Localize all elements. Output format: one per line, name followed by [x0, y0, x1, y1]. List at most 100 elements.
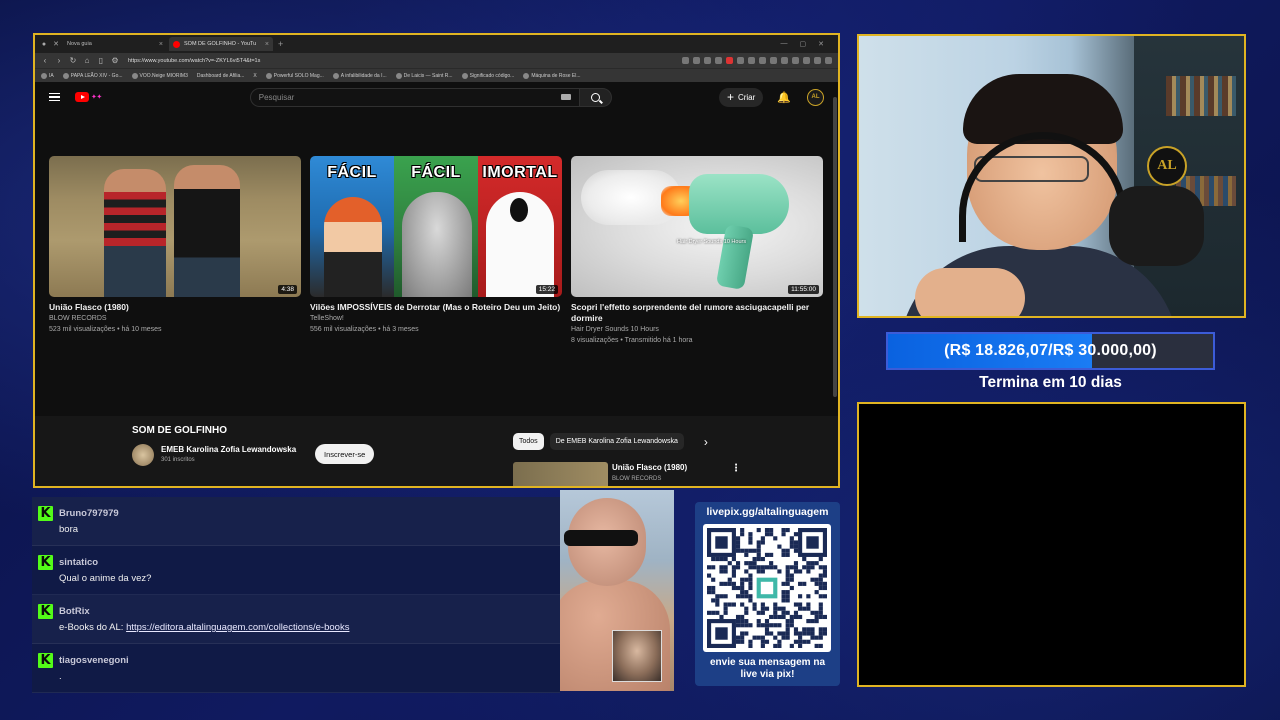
extension-icon[interactable] — [737, 57, 744, 64]
qr-module — [711, 585, 716, 591]
tab-nova-guia[interactable]: Nova guia × — [63, 37, 167, 51]
shield-icon[interactable] — [715, 57, 722, 64]
share-icon[interactable] — [704, 57, 711, 64]
qr-module — [740, 532, 745, 537]
bell-icon[interactable]: 🔔 — [777, 91, 791, 104]
related-video-title[interactable]: União Flasco (1980) — [612, 463, 687, 472]
bookmark-item[interactable]: De Laicis — Saint R... — [395, 72, 453, 79]
bookmark-item[interactable]: VOO.Neige MIORIM3 — [131, 72, 188, 79]
qr-module — [719, 565, 724, 570]
video-channel[interactable]: TelleShow! — [310, 313, 562, 324]
keyboard-icon[interactable] — [560, 94, 571, 100]
bookmark-item[interactable]: X — [253, 73, 256, 79]
qr-module — [802, 565, 807, 570]
home-icon[interactable]: ⌂ — [83, 56, 91, 65]
close-tab-icon[interactable]: × — [159, 41, 163, 48]
subscribe-button[interactable]: Inscrever-se — [315, 444, 375, 464]
video-thumbnail[interactable]: FÁCIL FÁCIL IMORTAL 15:22 — [310, 156, 562, 297]
bookmark-item[interactable]: Máquina de Rose El... — [523, 72, 581, 79]
more-options-icon[interactable]: ⋮ — [731, 463, 741, 474]
qr-module — [781, 631, 786, 636]
chat-message: K BotRix e-Books do AL: https://editora.… — [32, 595, 560, 644]
extension-icon[interactable] — [748, 57, 755, 64]
bookmark-item[interactable]: A infalibilidade da I... — [332, 72, 387, 79]
page-scrollbar[interactable] — [833, 97, 837, 397]
related-video-thumbnail[interactable] — [513, 462, 608, 486]
channel-name[interactable]: EMEB Karolina Zofia Lewandowska — [161, 445, 296, 454]
address-bar[interactable]: https://www.youtube.com/watch?v=-ZKYL6vi… — [125, 55, 676, 66]
extensions-puzzle-icon[interactable] — [803, 57, 810, 64]
qr-module — [735, 623, 741, 628]
chip-from-channel[interactable]: De EMEB Karolina Zofia Lewandowska — [549, 433, 684, 450]
qr-module — [748, 536, 753, 541]
close-tab-icon[interactable]: × — [265, 41, 269, 48]
video-thumbnail[interactable]: 4:38 — [49, 156, 301, 297]
qr-module — [760, 610, 765, 615]
qr-module — [715, 594, 720, 599]
qr-module — [785, 590, 790, 595]
qr-module — [727, 602, 732, 607]
bookmark-item[interactable]: Dashboard de Afilia... — [197, 73, 245, 79]
qr-module — [735, 639, 741, 644]
hamburger-menu-icon[interactable] — [49, 92, 60, 102]
extension-icon[interactable] — [693, 57, 700, 64]
close-window-icon[interactable]: ✕ — [818, 40, 824, 48]
new-tab-icon[interactable]: + — [278, 39, 283, 49]
qr-module — [789, 643, 794, 648]
minimize-icon[interactable]: — — [781, 40, 788, 48]
bookmark-item[interactable]: Significado código... — [461, 72, 514, 79]
video-card[interactable]: FÁCIL FÁCIL IMORTAL 15:22 Vilões IMPOSSÍ… — [310, 156, 562, 346]
bookmark-favicon-icon — [461, 72, 468, 79]
extension-icon[interactable] — [770, 57, 777, 64]
tab-youtube[interactable]: SOM DE GOLFINHO - YouTu × — [169, 37, 273, 51]
bookmark-item[interactable]: IA — [41, 72, 54, 79]
bookmark-label: Máquina de Rose El... — [531, 72, 581, 79]
qr-module — [781, 598, 786, 603]
qr-module — [785, 598, 790, 603]
bookmark-item[interactable]: Powerful SOLO Mag... — [265, 72, 324, 79]
related-video-channel[interactable]: BLOW RECORDS — [612, 476, 661, 482]
search-input[interactable]: Pesquisar — [249, 87, 580, 107]
qr-module — [707, 590, 712, 595]
site-info-icon[interactable]: ⚙ — [111, 56, 119, 65]
youtube-logo[interactable]: ✦✦ — [75, 92, 102, 102]
reload-icon[interactable]: ↻ — [69, 56, 77, 65]
chat-link[interactable]: https://editora.altalinguagem.com/collec… — [126, 622, 349, 633]
bookmark-item[interactable]: PAPA LEÃO XIV - Go... — [62, 72, 123, 79]
video-channel[interactable]: BLOW RECORDS — [49, 313, 301, 324]
alert-extension-icon[interactable] — [726, 57, 733, 64]
forward-icon[interactable]: › — [55, 56, 63, 65]
x-icon[interactable]: ✕ — [51, 39, 61, 49]
profile-icon[interactable] — [814, 57, 821, 64]
video-card[interactable]: 4:38 União Flasco (1980) BLOW RECORDS 52… — [49, 156, 301, 346]
video-card[interactable]: Hair Dryer Sounds 10 Hours 11:55:00 Scop… — [571, 156, 823, 346]
menu-dots-icon[interactable] — [825, 57, 832, 64]
browser-menu-icon[interactable]: ● — [39, 39, 49, 49]
qr-module — [777, 639, 782, 644]
search-button[interactable] — [579, 87, 612, 107]
qr-module — [740, 639, 745, 644]
create-button[interactable]: + Criar — [718, 87, 764, 107]
account-avatar[interactable]: AL — [807, 88, 824, 106]
qr-module — [785, 623, 790, 628]
video-thumbnail[interactable]: Hair Dryer Sounds 10 Hours 11:55:00 — [571, 156, 823, 297]
video-title[interactable]: União Flasco (1980) — [49, 302, 301, 313]
chip-all[interactable]: Todos — [513, 433, 544, 450]
chevron-right-icon[interactable]: › — [704, 435, 708, 449]
channel-avatar[interactable] — [132, 444, 154, 466]
video-title[interactable]: Vilões IMPOSSÍVEIS de Derrotar (Mas o Ro… — [310, 302, 562, 313]
tabs-icon[interactable] — [792, 57, 799, 64]
video-channel[interactable]: Hair Dryer Sounds 10 Hours — [571, 324, 823, 335]
zoom-icon[interactable] — [682, 57, 689, 64]
maximize-icon[interactable]: ▢ — [800, 40, 807, 48]
back-icon[interactable]: ‹ — [41, 56, 49, 65]
bookmark-icon[interactable]: ▯ — [97, 56, 105, 65]
video-title[interactable]: Scopri l'effetto sorprendente del rumore… — [571, 302, 823, 324]
qr-module — [793, 561, 799, 566]
split-view-icon[interactable] — [781, 57, 788, 64]
qr-module — [822, 627, 827, 632]
qr-module — [781, 614, 786, 620]
extension-icon[interactable] — [759, 57, 766, 64]
qr-module — [793, 565, 799, 570]
qr-module — [785, 627, 790, 632]
